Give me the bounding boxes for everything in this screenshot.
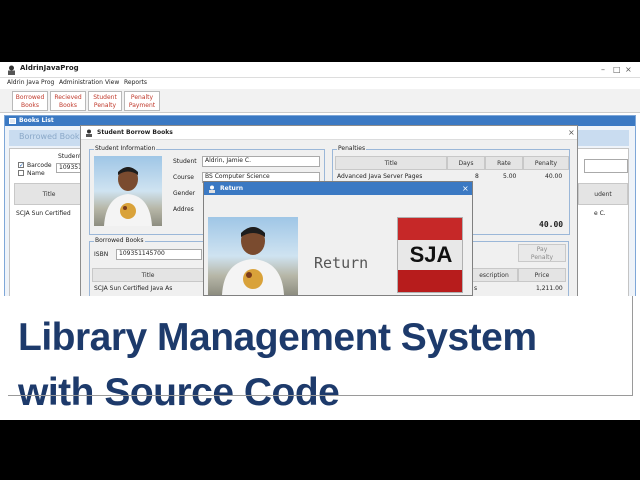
menu-bar: Aldrin Java Prog Administration View Rep… [0,78,640,89]
penalty-header-days[interactable]: Days [447,156,485,170]
table-cell-student[interactable]: e C. [594,210,606,217]
borrowed-books-button[interactable]: Borrowed Books [12,91,48,111]
book-cover-image: SJA [397,217,463,293]
student-information-legend: Student Information [94,145,157,152]
isbn-field[interactable]: 109351145700 [116,249,202,260]
window-bottom-edge [8,395,633,396]
book-cover-band [398,218,462,240]
window-title: AldrinJavaProg [20,64,79,72]
title-bar: AldrinJavaProg – □ × [0,62,640,78]
student-label: Student [173,158,197,165]
borrowed-cell-description[interactable]: s [474,285,477,292]
menu-item-view[interactable]: View [105,79,119,86]
title-banner: Library Management System with Source Co… [0,296,640,420]
button-label-line2: Penalty [93,102,117,109]
student-search-label: Student [58,153,82,160]
window-edge [632,296,633,396]
button-label-line1: Student [93,94,117,101]
books-list-title: Books List [19,117,54,124]
pay-button-line2: Penalty [530,254,554,261]
student-photo-image [104,167,152,226]
name-label: Name [27,170,45,177]
minimize-icon[interactable]: – [601,65,605,75]
borrowed-header-title[interactable]: Title [92,268,204,282]
book-cover-bottom [398,270,462,292]
menu-item-administration[interactable]: Administration [59,79,103,86]
button-label-line1: Penalty [130,94,154,101]
received-books-button[interactable]: Recieved Books [50,91,86,111]
penalty-header-penalty[interactable]: Penalty [523,156,569,170]
menu-item-aldrin-java-prog[interactable]: Aldrin Java Prog [7,79,54,86]
button-label-line2: Books [20,102,40,109]
student-name-field[interactable]: Aldrin, Jamie C. [202,156,320,167]
name-checkbox[interactable] [18,170,24,176]
return-student-photo-image [222,227,284,295]
student-photo [94,156,162,226]
return-title-bar: Return × [204,182,472,195]
penalty-payment-button[interactable]: Penalty Payment [124,91,160,111]
maximize-icon[interactable]: □ [613,65,621,75]
penalty-cell-rate[interactable]: 5.00 [503,173,516,180]
return-student-photo [208,217,298,295]
penalty-total: 40.00 [539,220,564,229]
barcode-checkbox[interactable]: ✓ [18,162,24,169]
frame-icon [9,118,16,124]
penalty-header-title[interactable]: Title [335,156,447,170]
penalty-cell-title[interactable]: Advanced Java Server Pages [337,173,422,180]
borrowed-book-heading: Borrowed Book [19,132,80,141]
button-label-line1: Borrowed [15,94,45,101]
isbn-label: ISBN [94,251,109,258]
gender-label: Gender [173,190,196,197]
penalty-cell-days[interactable]: 8 [475,173,479,180]
student-borrow-books-title: Student Borrow Books [97,129,173,136]
return-text: Return [314,254,369,272]
close-icon[interactable]: × [568,128,575,137]
dialog-icon [209,185,215,193]
borrowed-cell-title[interactable]: SCJA Sun Certified Java As [94,285,204,292]
button-label-line2: Books [58,102,78,109]
penalty-cell-penalty[interactable]: 40.00 [545,173,562,180]
search-field-right[interactable] [584,159,628,173]
column-header-student[interactable]: udent [578,183,628,205]
close-icon[interactable]: × [625,65,632,75]
menu-item-reports[interactable]: Reports [124,79,147,86]
toolbar: Borrowed Books Recieved Books Student Pe… [0,89,640,113]
address-label: Addres [173,206,194,213]
return-dialog: Return × Return SJA [203,181,473,296]
dialog-icon [86,129,92,137]
return-title: Return [220,185,244,192]
book-cover-title: SJA [398,240,462,270]
screenshot-stage: AldrinJavaProg – □ × Aldrin Java Prog Ad… [0,0,640,480]
borrowed-header-description[interactable]: escription [470,268,518,282]
close-icon[interactable]: × [462,184,469,193]
pay-button-line1: Pay [536,246,548,253]
barcode-label: Barcode [27,162,52,169]
borrowed-cell-price[interactable]: 1,211.00 [536,285,563,292]
column-header-title[interactable]: Title [14,183,84,205]
app-icon [8,65,15,75]
student-borrow-books-title-bar: Student Borrow Books × [81,126,577,140]
button-label-line2: Payment [128,102,156,109]
pay-penalty-button[interactable]: Pay Penalty [518,244,566,262]
banner-line2: with Source Code [18,371,340,414]
penalty-header-rate[interactable]: Rate [485,156,523,170]
course-label: Course [173,174,194,181]
student-penalty-button[interactable]: Student Penalty [88,91,122,111]
penalties-legend: Penalties [337,145,367,152]
borrowed-books-legend: Borrowed Books [94,237,145,244]
borrowed-header-price[interactable]: Price [518,268,566,282]
banner-line1: Library Management System [18,316,537,359]
table-cell-title[interactable]: SCJA Sun Certified [16,210,84,217]
button-label-line1: Recieved [54,94,82,101]
